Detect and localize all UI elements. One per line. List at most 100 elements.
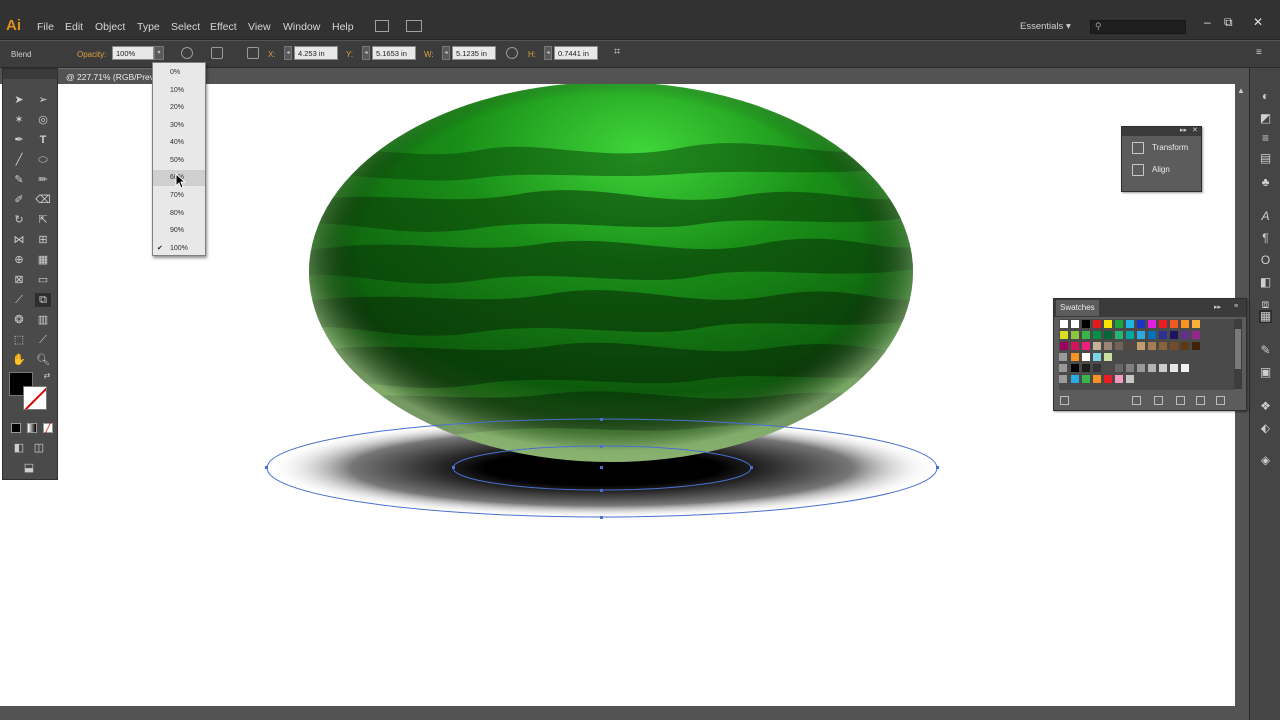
- opacity-option-100[interactable]: ✔ 100%: [153, 241, 205, 257]
- reference-point-icon[interactable]: [247, 47, 259, 59]
- eyedropper-tool-icon[interactable]: ⟋: [11, 293, 27, 307]
- swatch[interactable]: [1169, 319, 1179, 329]
- color-panel-icon[interactable]: ◐: [1259, 90, 1272, 103]
- opacity-option-50[interactable]: 50%: [153, 153, 205, 169]
- none-mode-icon[interactable]: ╱: [43, 423, 53, 433]
- graphic-styles-icon[interactable]: ▣: [1259, 366, 1272, 379]
- shape-builder-tool-icon[interactable]: ⊕: [11, 253, 27, 267]
- pen-tool-icon[interactable]: ✒: [11, 133, 27, 147]
- draw-inside-icon[interactable]: ◫: [31, 441, 47, 455]
- swatch[interactable]: [1081, 352, 1091, 362]
- swatch[interactable]: [1114, 330, 1124, 340]
- scale-tool-icon[interactable]: ⇱: [35, 213, 51, 227]
- swatch[interactable]: [1136, 341, 1146, 351]
- swatch[interactable]: [1147, 319, 1157, 329]
- menu-type[interactable]: Type: [137, 21, 160, 33]
- collapse-icon[interactable]: ▸▸: [1180, 126, 1187, 134]
- swatch[interactable]: [1092, 341, 1102, 351]
- line-tool-icon[interactable]: ╱: [11, 153, 27, 167]
- blob-brush-tool-icon[interactable]: ✐: [11, 193, 27, 207]
- menu-file[interactable]: File: [37, 21, 54, 33]
- stroke-color-swatch[interactable]: [23, 386, 47, 410]
- swatch[interactable]: [1081, 341, 1091, 351]
- gradient-panel-icon[interactable]: ▤: [1259, 152, 1272, 165]
- swatch[interactable]: [1092, 319, 1102, 329]
- ellipse-tool-icon[interactable]: ⬭: [35, 153, 51, 167]
- free-transform-tool-icon[interactable]: ⊞: [35, 233, 51, 247]
- swatch[interactable]: [1125, 363, 1135, 373]
- h-stepper[interactable]: ◂: [544, 46, 552, 60]
- swatch[interactable]: [1169, 363, 1179, 373]
- swatch[interactable]: [1191, 319, 1201, 329]
- swatch[interactable]: [1136, 330, 1146, 340]
- column-graph-tool-icon[interactable]: ▥: [35, 313, 51, 327]
- close-icon[interactable]: ✕: [1192, 126, 1198, 134]
- gradient-mode-icon[interactable]: [27, 423, 37, 433]
- artboard-tool-icon[interactable]: ⬚: [11, 333, 27, 347]
- swatch[interactable]: [1059, 319, 1069, 329]
- stroke-panel-icon[interactable]: ≡: [1259, 132, 1272, 145]
- gradient-tool-icon[interactable]: ▭: [35, 273, 51, 287]
- swatch[interactable]: [1114, 341, 1124, 351]
- swatch[interactable]: [1158, 341, 1168, 351]
- panel-title-bar[interactable]: ▸▸ ✕: [1122, 127, 1201, 136]
- swatch-libraries-icon[interactable]: [1060, 396, 1069, 405]
- pencil-tool-icon[interactable]: ✏: [35, 173, 51, 187]
- watermelon[interactable]: [300, 82, 920, 462]
- menu-window[interactable]: Window: [283, 21, 320, 33]
- magic-wand-tool-icon[interactable]: ✶: [11, 113, 27, 127]
- swatch[interactable]: [1103, 374, 1113, 384]
- h-field[interactable]: 0.7441 in: [554, 46, 598, 60]
- new-color-group-icon[interactable]: [1176, 396, 1185, 405]
- mesh-tool-icon[interactable]: ⊠: [11, 273, 27, 287]
- transparency-panel-icon[interactable]: ◧: [1259, 276, 1272, 289]
- menu-select[interactable]: Select: [171, 21, 200, 33]
- opacity-field[interactable]: 100%: [112, 46, 154, 60]
- width-tool-icon[interactable]: ⋈: [11, 233, 27, 247]
- symbol-sprayer-tool-icon[interactable]: ❂: [11, 313, 27, 327]
- swatches-tab[interactable]: Swatches: [1056, 300, 1099, 316]
- swatch[interactable]: [1070, 330, 1080, 340]
- control-panel-menu-icon[interactable]: ≡: [1256, 47, 1268, 59]
- restore-button[interactable]: ⧉: [1224, 15, 1233, 30]
- swatch[interactable]: [1103, 319, 1113, 329]
- color-mode-icon[interactable]: [11, 423, 21, 433]
- swatch[interactable]: [1114, 363, 1124, 373]
- swap-fill-stroke-icon[interactable]: ⇄: [39, 369, 55, 383]
- menu-help[interactable]: Help: [332, 21, 354, 33]
- swatch[interactable]: [1191, 341, 1201, 351]
- w-field[interactable]: 5.1235 in: [452, 46, 496, 60]
- swatch[interactable]: [1125, 330, 1135, 340]
- swatch[interactable]: [1158, 319, 1168, 329]
- swatch[interactable]: [1070, 374, 1080, 384]
- opacity-option-80[interactable]: 80%: [153, 206, 205, 222]
- swatch[interactable]: [1158, 330, 1168, 340]
- panel-menu-icon[interactable]: ≡: [1234, 303, 1238, 310]
- swatch[interactable]: [1059, 341, 1069, 351]
- tools-panel-header[interactable]: [3, 69, 57, 79]
- transform-panel-button[interactable]: Transform: [1132, 138, 1202, 158]
- opentype-panel-icon[interactable]: O: [1259, 254, 1272, 267]
- swatch[interactable]: [1158, 363, 1168, 373]
- swatch[interactable]: [1125, 319, 1135, 329]
- swatch[interactable]: [1169, 341, 1179, 351]
- close-button[interactable]: ✕: [1253, 15, 1263, 29]
- menu-edit[interactable]: Edit: [65, 21, 83, 33]
- type-tool-icon[interactable]: T: [35, 133, 51, 147]
- swatch[interactable]: [1136, 319, 1146, 329]
- new-swatch-icon[interactable]: [1196, 396, 1205, 405]
- hand-tool-icon[interactable]: ✋: [11, 353, 27, 367]
- menu-view[interactable]: View: [248, 21, 271, 33]
- recolor-icon[interactable]: [181, 47, 193, 59]
- arrange-documents-icon[interactable]: [406, 20, 422, 32]
- swatch[interactable]: [1125, 374, 1135, 384]
- swatch[interactable]: [1147, 341, 1157, 351]
- paragraph-panel-icon[interactable]: ¶: [1259, 232, 1272, 245]
- screen-mode-icon[interactable]: ⬓: [21, 461, 37, 475]
- swatch[interactable]: [1103, 330, 1113, 340]
- opacity-dropdown-button[interactable]: ▾: [154, 46, 164, 60]
- blend-tool-icon[interactable]: ⧉: [35, 293, 51, 307]
- paintbrush-tool-icon[interactable]: ✎: [11, 173, 27, 187]
- swatch[interactable]: [1125, 341, 1135, 351]
- opacity-option-90[interactable]: 90%: [153, 223, 205, 239]
